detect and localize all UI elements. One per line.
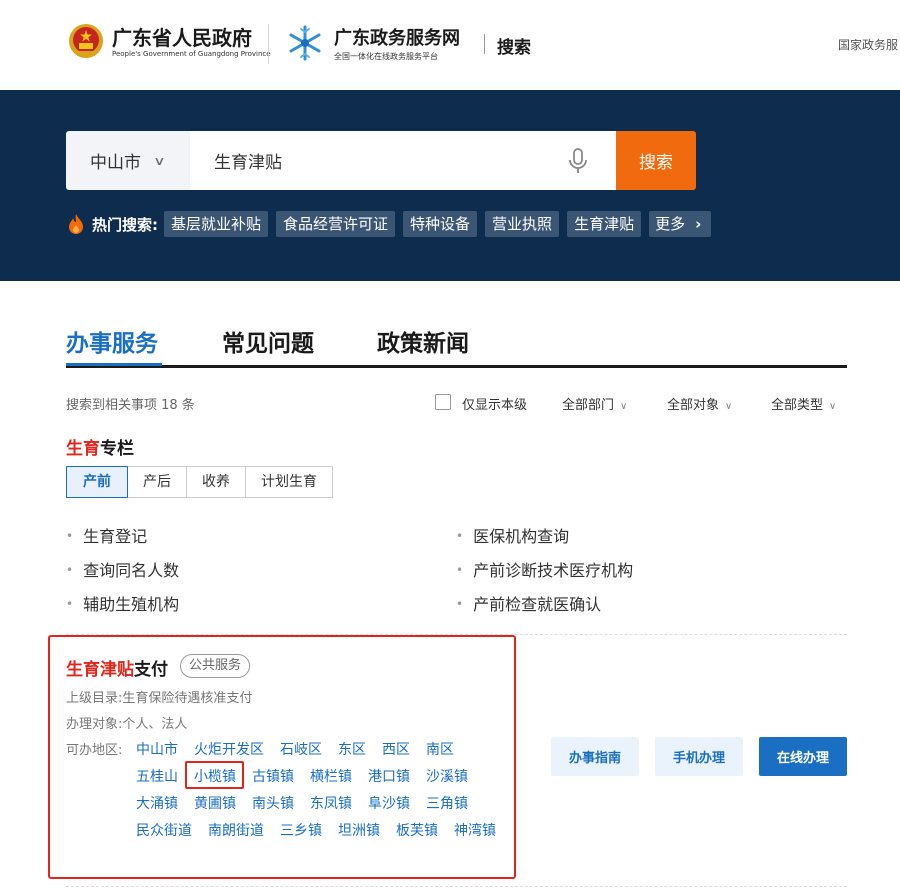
chevron-down-icon: ∨: [829, 401, 837, 412]
hot-tag[interactable]: 特种设备: [403, 211, 478, 237]
service-type-badge: 公共服务: [180, 654, 251, 678]
region-link[interactable]: 坦洲镇: [338, 820, 380, 840]
divider: [66, 634, 847, 635]
city-select-label: 中山市: [90, 153, 141, 173]
region-link[interactable]: 三角镇: [426, 793, 468, 813]
target-filter-label: 全部对象: [667, 398, 720, 413]
region-link[interactable]: 南头镇: [252, 793, 294, 813]
chevron-right-icon: ›: [695, 215, 702, 233]
region-link[interactable]: 火炬开发区: [194, 739, 264, 759]
tab-faq[interactable]: 常见问题: [222, 324, 314, 358]
chevron-down-icon: ∨: [153, 153, 166, 168]
subtab-adoption[interactable]: 收养: [187, 466, 246, 498]
national-emblem-icon: [69, 24, 103, 58]
region-link[interactable]: 西区: [382, 739, 410, 759]
result-tabs: 办事服务 常见问题 政策新闻: [66, 322, 847, 368]
site-subtitle: 全国一体化在线政务服务平台: [334, 52, 438, 61]
hot-search-label: 热门搜索:: [92, 215, 158, 234]
service-guide-button[interactable]: 办事指南: [551, 737, 639, 776]
chevron-down-icon: ∨: [725, 401, 733, 412]
list-item[interactable]: 辅助生殖机构: [66, 591, 179, 615]
subtab-prenatal[interactable]: 产前: [66, 466, 128, 498]
subtab-postnatal[interactable]: 产后: [128, 466, 187, 498]
region-link[interactable]: 东凤镇: [310, 793, 352, 813]
region-link[interactable]: 黄圃镇: [194, 793, 236, 813]
list-item[interactable]: 产前诊断技术医疗机构: [456, 557, 633, 581]
result-count: 搜索到相关事项 18 条: [66, 398, 195, 413]
more-hot-tags-button[interactable]: 更多 ›: [649, 211, 712, 237]
parent-catalog-value: 生育保险待遇核准支付: [122, 691, 253, 706]
region-link[interactable]: 横栏镇: [310, 766, 352, 786]
target-filter[interactable]: 全部对象 ∨: [667, 394, 732, 413]
type-filter-label: 全部类型: [771, 398, 824, 413]
region-link[interactable]: 沙溪镇: [426, 766, 468, 786]
divider: [66, 886, 847, 887]
column-title: 生育专栏: [66, 434, 134, 459]
service-title[interactable]: 生育津贴支付: [66, 655, 168, 680]
department-filter[interactable]: 全部部门 ∨: [562, 394, 627, 413]
region-link[interactable]: 板芙镇: [396, 820, 438, 840]
active-tab-indicator: [66, 363, 162, 366]
column-title-keyword: 生育: [66, 439, 100, 459]
tab-policy-news[interactable]: 政策新闻: [377, 324, 469, 358]
list-item[interactable]: 生育登记: [66, 523, 147, 547]
column-title-rest: 专栏: [100, 439, 134, 459]
only-local-label[interactable]: 仅显示本级: [462, 394, 527, 413]
snowflake-logo-icon: [289, 25, 321, 61]
service-target-value: 个人、法人: [122, 717, 188, 732]
header-divider-2: [484, 34, 485, 54]
parent-catalog: 上级目录:生育保险待遇核准支付: [66, 687, 252, 706]
site-name[interactable]: 广东政务服务网: [334, 24, 460, 50]
service-title-keyword: 生育津贴: [66, 660, 134, 680]
only-local-checkbox[interactable]: [435, 394, 451, 410]
service-title-rest: 支付: [134, 660, 168, 680]
list-item[interactable]: 查询同名人数: [66, 557, 179, 581]
national-portal-link[interactable]: 国家政务服: [838, 36, 898, 53]
header-divider: [268, 24, 269, 64]
type-filter[interactable]: 全部类型 ∨: [771, 394, 836, 413]
hot-tag[interactable]: 生育津贴: [567, 211, 642, 237]
region-label: 可办地区:: [66, 743, 123, 758]
service-target: 办理对象:个人、法人: [66, 713, 187, 732]
region-link[interactable]: 阜沙镇: [368, 793, 410, 813]
mobile-handle-button[interactable]: 手机办理: [655, 737, 743, 776]
region-link[interactable]: 神湾镇: [454, 820, 496, 840]
gov-name[interactable]: 广东省人民政府: [112, 22, 252, 51]
hot-search-row: 热门搜索: 基层就业补贴 食品经营许可证 特种设备 营业执照 生育津贴 更多 ›: [66, 210, 712, 238]
hot-tag[interactable]: 基层就业补贴: [164, 211, 269, 237]
region-link[interactable]: 三乡镇: [280, 820, 322, 840]
list-item[interactable]: 产前检查就医确认: [456, 591, 601, 615]
page-label: 搜索: [497, 38, 531, 58]
region-link[interactable]: 古镇镇: [252, 766, 294, 786]
gov-name-en: People's Government of Guangdong Provinc…: [112, 50, 271, 58]
region-link[interactable]: 小榄镇: [194, 766, 236, 786]
search-button[interactable]: 搜索: [616, 131, 696, 190]
column-subtabs: 产前 产后 收养 计划生育: [66, 466, 333, 498]
microphone-icon[interactable]: [568, 148, 588, 174]
region-link[interactable]: 港口镇: [368, 766, 410, 786]
tab-services[interactable]: 办事服务: [66, 324, 158, 358]
site-header: 广东省人民政府 People's Government of Guangdong…: [0, 0, 900, 90]
region-link[interactable]: 石岐区: [280, 739, 322, 759]
service-target-label: 办理对象:: [66, 717, 123, 732]
region-link[interactable]: 大涌镇: [136, 793, 178, 813]
region-link[interactable]: 南朗街道: [208, 820, 264, 840]
more-label: 更多: [655, 215, 686, 233]
city-select[interactable]: 中山市 ∨: [66, 131, 190, 190]
hot-tag[interactable]: 食品经营许可证: [276, 211, 396, 237]
region-link[interactable]: 中山市: [136, 739, 178, 759]
region-link[interactable]: 南区: [426, 739, 454, 759]
department-filter-label: 全部部门: [562, 398, 615, 413]
online-handle-button[interactable]: 在线办理: [759, 737, 847, 776]
fire-icon: [69, 214, 83, 234]
region-link[interactable]: 民众街道: [136, 820, 192, 840]
chevron-down-icon: ∨: [620, 401, 628, 412]
search-input[interactable]: [190, 131, 616, 190]
region-link[interactable]: 五桂山: [136, 766, 178, 786]
hot-tag[interactable]: 营业执照: [485, 211, 560, 237]
subtab-family-planning[interactable]: 计划生育: [246, 466, 333, 498]
list-item[interactable]: 医保机构查询: [456, 523, 569, 547]
region-link[interactable]: 东区: [338, 739, 366, 759]
parent-catalog-label: 上级目录:: [66, 691, 123, 706]
